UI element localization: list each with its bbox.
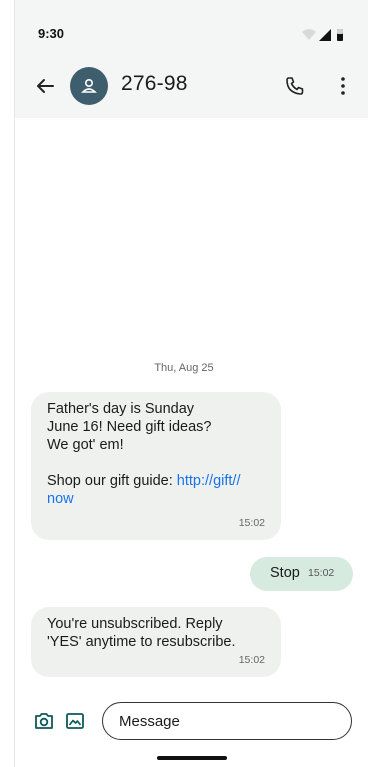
outgoing-message[interactable]: Stop 15:02 [250,557,353,591]
message-text: Stop [270,565,300,581]
message-time: 15:02 [238,517,265,529]
more-vert-icon[interactable] [331,74,355,98]
phone-icon[interactable] [283,74,307,98]
message-text: Father's day is Sunday June 16! Need gif… [47,401,241,507]
message-time: 15:02 [238,654,265,666]
message-time: 15:02 [308,567,335,579]
date-divider: Thu, Aug 25 [154,362,214,374]
gesture-bar[interactable] [157,756,227,760]
conversation-title: 276-98 [121,72,188,95]
contact-avatar-icon[interactable] [70,67,108,105]
status-icons [300,27,348,43]
camera-icon[interactable] [33,710,55,732]
wifi-icon [302,29,343,41]
message-input-placeholder: Message [119,712,180,730]
gallery-icon[interactable] [64,710,86,732]
status-time: 9:30 [38,26,65,41]
back-arrow-icon[interactable] [31,72,59,100]
app-bar: 276-98 [15,54,368,118]
incoming-message[interactable]: You're unsubscribed. Reply 'YES' anytime… [31,607,281,677]
message-input[interactable]: Message [102,702,352,740]
incoming-message[interactable]: Father's day is Sunday June 16! Need gif… [31,392,281,540]
message-text: You're unsubscribed. Reply 'YES' anytime… [47,616,236,650]
